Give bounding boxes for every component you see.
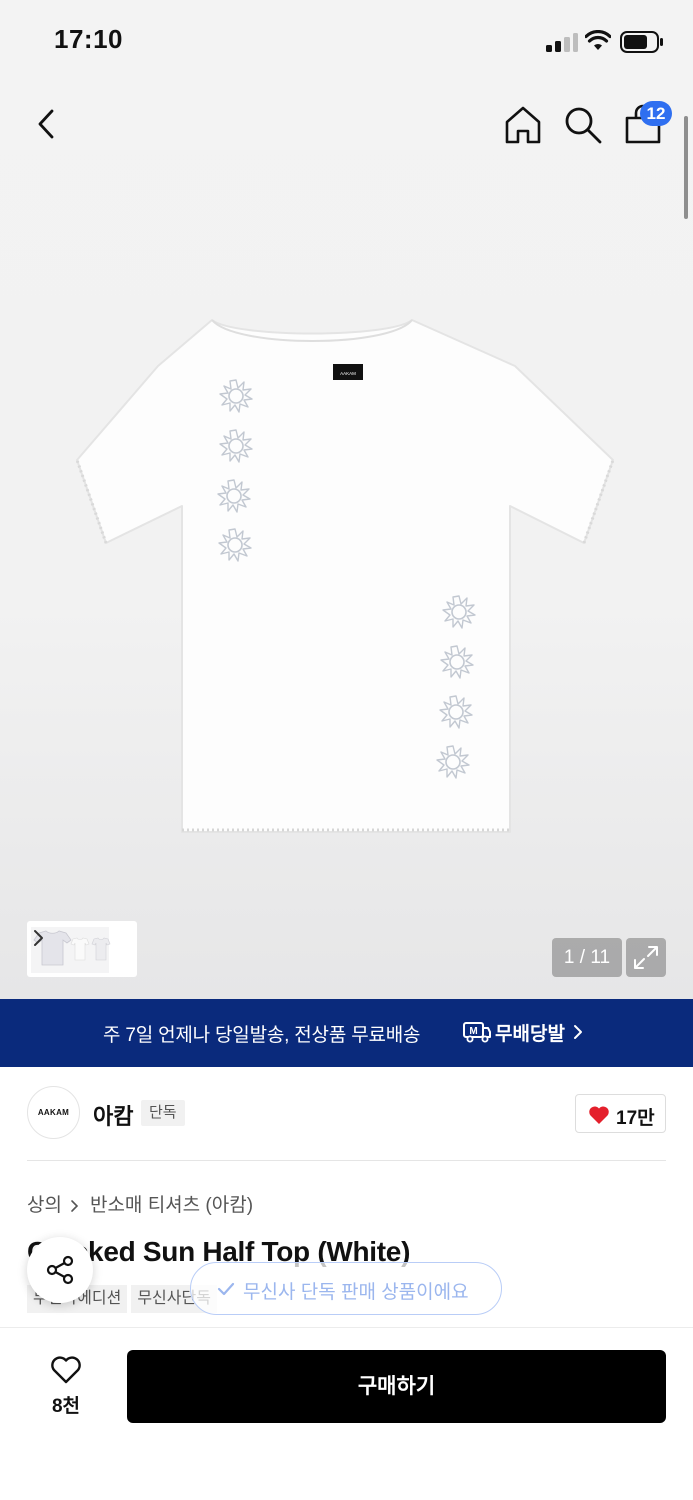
- status-time: 17:10: [54, 24, 123, 54]
- brand-logo[interactable]: AAKAM: [27, 1086, 80, 1139]
- heart-filled-icon: [589, 1106, 609, 1124]
- promo-brand: 무배당발: [495, 1024, 565, 1045]
- cellular-signal-icon: [546, 32, 578, 52]
- scroll-indicator[interactable]: [684, 116, 688, 219]
- fullscreen-button[interactable]: [626, 938, 666, 977]
- expand-icon: [634, 946, 658, 969]
- promo-text: 주 7일 언제나 당일발송, 전상품 무료배송: [103, 1025, 421, 1046]
- exclusive-toast: 무신사 단독 판매 상품이에요: [190, 1262, 502, 1315]
- chevron-right-icon: [574, 1025, 582, 1039]
- check-icon: [217, 1282, 235, 1296]
- chevron-right-icon[interactable]: [31, 927, 47, 949]
- brand-name[interactable]: 아캄: [93, 1099, 133, 1131]
- share-button[interactable]: [27, 1237, 93, 1303]
- brand-row: AAKAM 아캄 단독 17만: [0, 1067, 693, 1162]
- breadcrumb-category[interactable]: 상의: [27, 1195, 62, 1216]
- toast-text: 무신사 단독 판매 상품이에요: [243, 1282, 469, 1303]
- brand-like-button[interactable]: 17만: [575, 1094, 666, 1133]
- home-icon[interactable]: [502, 104, 544, 146]
- wishlist-count: 8천: [51, 1396, 81, 1417]
- search-icon[interactable]: [562, 104, 604, 146]
- breadcrumb: 상의 반소매 티셔츠 (아캄): [27, 1190, 253, 1217]
- wifi-icon: [585, 30, 611, 50]
- product-gallery[interactable]: 17:10 12 AAKAM 1 / 11: [0, 0, 693, 1000]
- tshirt-label-text: AAKAM: [340, 371, 356, 376]
- top-nav: [0, 90, 693, 160]
- wishlist-button[interactable]: 8천: [30, 1353, 102, 1423]
- thumbnail-strip[interactable]: [27, 921, 137, 977]
- free-shipping-banner[interactable]: 주 7일 언제나 당일발송, 전상품 무료배송 M 무배당발: [0, 999, 693, 1067]
- delivery-truck-icon: M: [463, 1022, 491, 1043]
- thumbnail-image: [31, 927, 111, 973]
- heart-outline-icon: [51, 1356, 81, 1384]
- chevron-right-icon: [71, 1200, 79, 1212]
- battery-icon: [620, 31, 663, 53]
- product-image: AAKAM: [75, 319, 615, 833]
- cart-count-badge: 12: [640, 101, 672, 126]
- buy-button[interactable]: 구매하기: [127, 1350, 666, 1423]
- status-bar: 17:10: [0, 0, 693, 84]
- promo-logo-letter: M: [469, 1026, 477, 1037]
- back-icon[interactable]: [30, 106, 66, 142]
- divider: [27, 1160, 666, 1161]
- image-page-counter: 1 / 11: [552, 938, 622, 977]
- share-icon: [46, 1255, 74, 1285]
- exclusive-tag: 단독: [141, 1100, 185, 1126]
- brand-like-count: 17만: [616, 1108, 655, 1129]
- bottom-action-bar: 8천 구매하기: [0, 1327, 693, 1500]
- breadcrumb-subcategory[interactable]: 반소매 티셔츠 (아캄): [90, 1195, 253, 1216]
